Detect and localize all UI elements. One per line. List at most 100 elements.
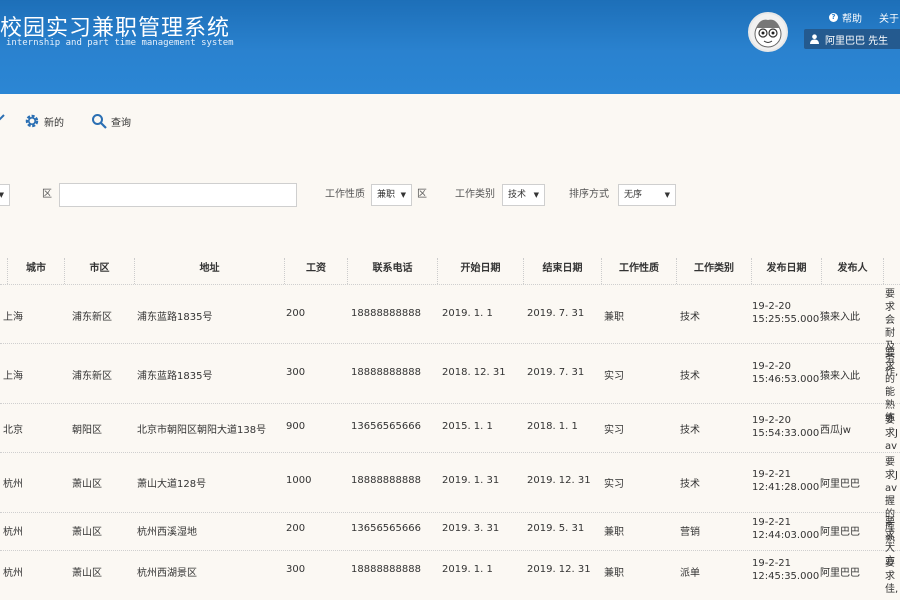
query-button[interactable]: 查询 <box>91 113 131 129</box>
cell-address: 杭州西湖景区 <box>137 568 197 579</box>
cell-salary: 300 <box>286 367 306 378</box>
gear-icon <box>25 114 39 128</box>
cell-type: 技术 <box>680 425 700 436</box>
publish-date: 19-2-20 <box>752 361 792 372</box>
cell-city: 上海 <box>3 312 23 323</box>
chevron-down-icon: ▼ <box>400 191 406 199</box>
column-header[interactable]: 联系电话 <box>348 258 438 284</box>
help-link[interactable]: ? 帮助 <box>829 10 862 25</box>
cell-city: 北京 <box>3 425 23 436</box>
cell-end-date: 2019. 7. 31 <box>527 367 585 378</box>
cell-salary: 300 <box>286 564 306 575</box>
work-nature-label: 工作性质 <box>325 189 365 200</box>
chevron-down-icon: ▼ <box>533 191 539 199</box>
column-header[interactable]: 工资 <box>285 258 348 284</box>
column-header[interactable]: 市区 <box>65 258 135 284</box>
cell-address: 萧山大道128号 <box>137 479 207 490</box>
cell-address: 杭州西溪湿地 <box>137 527 197 538</box>
toolbar: 新的 查询 <box>0 113 900 133</box>
column-header[interactable]: 开始日期 <box>438 258 524 284</box>
cell-publisher: 猿来入此 <box>820 312 860 323</box>
cell-publish-date: 19-2-20 15:54:33.000 <box>752 414 819 440</box>
cell-start-date: 2019. 1. 1 <box>442 564 493 575</box>
column-header[interactable]: 发布日期 <box>752 258 822 284</box>
cell-publish-date: 19-2-21 12:44:03.000 <box>752 516 819 542</box>
cell-phone: 18888888888 <box>351 564 421 575</box>
table-row[interactable]: 北京 朝阳区 北京市朝阳区朝阳大道138号 900 13656565666 20… <box>0 403 900 452</box>
chevron-down-icon: ▼ <box>664 191 670 199</box>
cell-end-date: 2019. 5. 31 <box>527 523 585 534</box>
work-nature-select[interactable]: 兼职 ▼ <box>371 184 412 206</box>
cell-city: 杭州 <box>3 479 23 490</box>
cell-phone: 18888888888 <box>351 475 421 486</box>
cell-district: 萧山区 <box>72 568 102 579</box>
work-type-select[interactable]: 技术 ▼ <box>502 184 545 206</box>
work-nature-value: 兼职 <box>377 190 396 200</box>
column-header[interactable]: 工作类别 <box>677 258 752 284</box>
question-icon: ? <box>829 13 838 22</box>
cell-end-date: 2019. 7. 31 <box>527 308 585 319</box>
cell-phone: 18888888888 <box>351 308 421 319</box>
district-input[interactable] <box>59 183 297 207</box>
table-row[interactable]: 杭州 萧山区 萧山大道128号 1000 18888888888 2019. 1… <box>0 452 900 546</box>
partial-tool-button[interactable] <box>0 113 10 125</box>
cell-publisher: 阿里巴巴 <box>820 568 860 579</box>
work-type-label: 工作类别 <box>455 189 495 200</box>
nature-suffix-label: 区 <box>417 189 427 200</box>
publish-date: 19-2-20 <box>752 415 792 426</box>
cell-publisher: 西瓜jw <box>820 425 851 436</box>
column-header[interactable]: 工作性质 <box>602 258 677 284</box>
user-icon <box>810 34 819 44</box>
user-menu[interactable]: 阿里巴巴 先生 <box>804 29 900 49</box>
city-select[interactable]: ▼ <box>0 184 10 206</box>
cell-start-date: 2019. 1. 31 <box>442 475 500 486</box>
publish-time: 12:45:35.000 <box>752 571 820 582</box>
column-header[interactable]: 发布人 <box>822 258 884 284</box>
cell-district: 浦东新区 <box>72 371 112 382</box>
cell-publish-date: 19-2-20 15:46:53.000 <box>752 360 819 386</box>
table-row[interactable]: 杭州 萧山区 杭州西湖景区 300 18888888888 2019. 1. 1… <box>0 550 900 600</box>
cell-start-date: 2019. 3. 31 <box>442 523 500 534</box>
cell-city: 杭州 <box>3 527 23 538</box>
about-link[interactable]: 关于 <box>879 10 899 25</box>
new-button[interactable]: 新的 <box>24 113 64 129</box>
cell-phone: 13656565666 <box>351 523 421 534</box>
table-row[interactable]: 上海 浦东新区 浦东蓝路1835号 300 18888888888 2018. … <box>0 343 900 424</box>
cell-salary: 1000 <box>286 475 312 486</box>
publish-date: 19-2-21 <box>752 469 792 480</box>
cartoon-face-icon <box>754 19 782 48</box>
cell-end-date: 2018. 1. 1 <box>527 421 578 432</box>
cell-address: 北京市朝阳区朝阳大道138号 <box>137 425 267 436</box>
cell-type: 技术 <box>680 479 700 490</box>
search-icon <box>92 114 107 129</box>
publish-time: 15:54:33.000 <box>752 428 820 439</box>
cell-type: 派单 <box>680 568 700 579</box>
chevron-down-icon: ▼ <box>0 191 4 199</box>
column-header[interactable]: 结束日期 <box>524 258 602 284</box>
cell-salary: 200 <box>286 523 306 534</box>
table-row[interactable]: 上海 浦东新区 浦东蓝路1835号 200 18888888888 2019. … <box>0 284 900 378</box>
cell-district: 朝阳区 <box>72 425 102 436</box>
column-header-select <box>0 258 8 284</box>
avatar[interactable] <box>748 12 788 52</box>
edit-icon <box>0 114 5 121</box>
sort-label: 排序方式 <box>569 189 609 200</box>
cell-publish-date: 19-2-21 12:41:28.000 <box>752 468 819 494</box>
column-header[interactable]: 城市 <box>8 258 65 284</box>
cell-publisher: 阿里巴巴 <box>820 527 860 538</box>
cell-start-date: 2019. 1. 1 <box>442 308 493 319</box>
cell-type: 技术 <box>680 312 700 323</box>
cell-type: 技术 <box>680 371 700 382</box>
cell-publisher: 阿里巴巴 <box>820 479 860 490</box>
publish-time: 12:44:03.000 <box>752 530 820 541</box>
table-row[interactable]: 杭州 萧山区 杭州西溪湿地 200 13656565666 2019. 3. 3… <box>0 512 900 567</box>
cell-publish-date: 19-2-21 12:45:35.000 <box>752 557 819 583</box>
user-name: 阿里巴巴 先生 <box>825 35 889 47</box>
publish-date: 19-2-21 <box>752 517 792 528</box>
sort-select[interactable]: 无序 ▼ <box>618 184 676 206</box>
cell-nature: 实习 <box>604 425 624 436</box>
cell-start-date: 2015. 1. 1 <box>442 421 493 432</box>
cell-phone: 13656565666 <box>351 421 421 432</box>
column-header[interactable]: 地址 <box>135 258 285 284</box>
help-label: 帮助 <box>842 14 862 25</box>
